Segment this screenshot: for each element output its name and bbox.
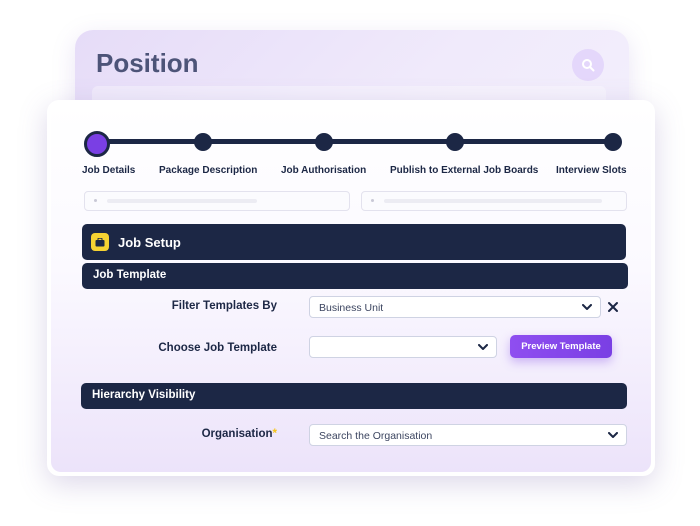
step-label-job-authorisation[interactable]: Job Authorisation — [281, 165, 366, 176]
briefcase-icon — [91, 233, 109, 251]
step-dot-job-details[interactable] — [84, 131, 110, 157]
hierarchy-visibility-header: Hierarchy Visibility — [81, 383, 627, 409]
step-label-job-details[interactable]: Job Details — [82, 165, 135, 176]
organisation-label: Organisation* — [202, 428, 277, 440]
chevron-down-icon — [608, 432, 618, 438]
filter-templates-select[interactable]: Business Unit — [309, 296, 601, 318]
placeholder-field-right — [361, 191, 627, 211]
organisation-placeholder: Search the Organisation — [319, 430, 433, 442]
search-icon — [582, 59, 595, 72]
hierarchy-visibility-title: Hierarchy Visibility — [92, 389, 196, 401]
step-dot-package-description[interactable] — [194, 133, 212, 151]
choose-template-select[interactable] — [309, 336, 497, 358]
step-label-publish[interactable]: Publish to External Job Boards — [390, 165, 538, 176]
job-template-title: Job Template — [93, 269, 167, 281]
step-dot-job-authorisation[interactable] — [315, 133, 333, 151]
stepper-track — [99, 139, 619, 144]
job-form-panel: Job Details Package Description Job Auth… — [51, 104, 651, 472]
step-dot-interview-slots[interactable] — [604, 133, 622, 151]
step-label-interview-slots[interactable]: Interview Slots — [556, 165, 627, 176]
choose-template-label: Choose Job Template — [158, 342, 277, 354]
job-form-card: Job Details Package Description Job Auth… — [47, 100, 655, 476]
job-template-header: Job Template — [82, 263, 628, 289]
organisation-label-text: Organisation — [201, 428, 273, 440]
search-button[interactable] — [572, 49, 604, 81]
step-label-package-description[interactable]: Package Description — [159, 165, 257, 176]
job-setup-title: Job Setup — [118, 235, 181, 250]
step-dot-publish[interactable] — [446, 133, 464, 151]
page-title: Position — [96, 48, 199, 78]
job-setup-header: Job Setup — [82, 224, 626, 260]
preview-template-button[interactable]: Preview Template — [510, 335, 612, 358]
chevron-down-icon — [478, 344, 488, 350]
filter-templates-label: Filter Templates By — [171, 300, 277, 312]
organisation-select[interactable]: Search the Organisation — [309, 424, 627, 446]
required-marker: * — [272, 428, 277, 440]
close-icon[interactable] — [607, 301, 619, 313]
placeholder-field-left — [84, 191, 350, 211]
filter-templates-value: Business Unit — [319, 302, 384, 314]
chevron-down-icon — [582, 304, 592, 310]
